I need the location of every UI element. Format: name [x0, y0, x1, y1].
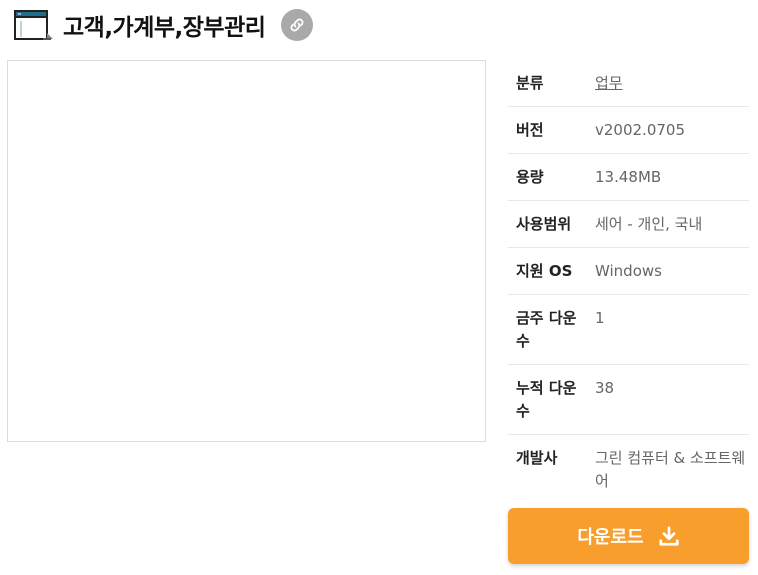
info-row-developer: 개발사 그린 컴퓨터 & 소프트웨어	[508, 435, 749, 504]
copy-link-button[interactable]	[281, 9, 314, 41]
info-row-license: 사용범위 세어 - 개인, 국내	[508, 201, 749, 248]
info-row-os: 지원 OS Windows	[508, 248, 749, 295]
link-icon	[291, 18, 304, 32]
info-label: 용량	[516, 168, 544, 186]
info-label: 분류	[516, 74, 544, 92]
info-label: 금주 다운수	[516, 309, 577, 350]
download-icon	[659, 526, 679, 546]
category-link[interactable]: 업무	[588, 72, 749, 95]
info-value: 1	[595, 309, 605, 327]
info-label: 버전	[516, 121, 544, 139]
info-row-size: 용량 13.48MB	[508, 154, 749, 201]
info-value: 그린 컴퓨터 & 소프트웨어	[595, 449, 746, 490]
info-row-total-downloads: 누적 다운수 38	[508, 365, 749, 435]
download-button-label: 다운로드	[577, 527, 644, 548]
download-button[interactable]: 다운로드	[508, 508, 749, 564]
application-window-icon	[14, 10, 53, 40]
info-value: 13.48MB	[595, 168, 662, 186]
page-title: 고객,가계부,장부관리	[63, 15, 266, 41]
info-value: 38	[595, 379, 615, 397]
info-row-version: 버전 v2002.0705	[508, 107, 749, 154]
info-label: 사용범위	[516, 215, 572, 233]
info-label: 개발사	[516, 449, 558, 467]
info-label: 누적 다운수	[516, 379, 577, 420]
info-label: 지원 OS	[516, 262, 573, 280]
header: 고객,가계부,장부관리	[13, 7, 314, 43]
info-value: Windows	[595, 262, 662, 280]
info-row-category: 분류 업무	[508, 60, 749, 107]
info-value: v2002.0705	[595, 121, 685, 139]
screenshot-preview	[7, 60, 486, 442]
info-table: 분류 업무 버전 v2002.0705 용량 13.48MB 사용범위 세어 -…	[508, 60, 749, 504]
info-row-weekly-downloads: 금주 다운수 1	[508, 295, 749, 365]
info-value: 세어 - 개인, 국내	[595, 215, 703, 233]
